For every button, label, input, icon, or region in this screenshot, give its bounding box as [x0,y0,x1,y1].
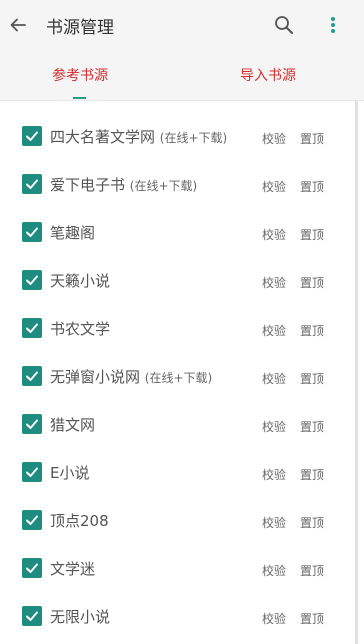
source-row[interactable]: 书农文学 校验 置顶 [0,306,350,354]
pin-top-button[interactable]: 置顶 [300,130,324,147]
search-button[interactable] [270,11,298,39]
back-button[interactable] [4,11,32,39]
verify-button[interactable]: 校验 [262,610,286,627]
source-row[interactable]: E小说 校验 置顶 [0,450,350,498]
check-icon [26,275,38,285]
source-name-wrap: 顶点208 [50,510,109,531]
checkbox[interactable] [22,366,42,386]
source-name: 顶点208 [50,512,109,530]
verify-button[interactable]: 校验 [262,178,286,195]
source-row[interactable]: 爱下电子书 (在线+下载) 校验 置顶 [0,162,350,210]
source-name-wrap: 无限小说 [50,606,110,627]
check-icon [26,227,38,237]
pin-top-button[interactable]: 置顶 [300,562,324,579]
source-row[interactable]: 无弹窗小说网 (在线+下载) 校验 置顶 [0,354,350,402]
source-name-wrap: 爱下电子书 (在线+下载) [50,174,197,195]
checkbox[interactable] [22,558,42,578]
source-name: 四大名著文学网 [50,128,156,146]
source-name-wrap: 猎文网 [50,414,95,435]
more-vertical-icon [331,17,335,33]
verify-button[interactable]: 校验 [262,562,286,579]
source-name: 笔趣阁 [50,224,96,242]
pin-top-button[interactable]: 置顶 [300,178,324,195]
source-name: 天籁小说 [50,272,111,290]
check-icon [26,179,38,189]
source-name: 猎文网 [50,416,96,434]
check-icon [26,131,38,141]
source-name: 无弹窗小说网 [50,368,141,386]
more-options-button[interactable] [320,11,346,39]
source-note: (在线+下载) [159,131,228,145]
source-name: 爱下电子书 [50,176,126,194]
source-name-wrap: E小说 [50,462,89,483]
pin-top-button[interactable]: 置顶 [300,274,324,291]
verify-button[interactable]: 校验 [262,226,286,243]
pin-top-button[interactable]: 置顶 [300,466,324,483]
checkbox[interactable] [22,222,42,242]
check-icon [26,419,38,429]
source-name-wrap: 四大名著文学网 (在线+下载) [50,126,227,147]
active-tab-indicator [73,97,86,99]
pin-top-button[interactable]: 置顶 [300,322,324,339]
check-icon [26,611,38,621]
verify-button[interactable]: 校验 [262,322,286,339]
page-title: 书源管理 [46,18,114,38]
source-row[interactable]: 顶点208 校验 置顶 [0,498,350,546]
checkbox[interactable] [22,462,42,482]
checkbox[interactable] [22,606,42,626]
source-row[interactable]: 天籁小说 校验 置顶 [0,258,350,306]
source-name-wrap: 文学迷 [50,558,95,579]
source-row[interactable]: 四大名著文学网 (在线+下载) 校验 置顶 [0,114,350,162]
tab-reference-sources[interactable]: 参考书源 [0,50,160,100]
scrollbar[interactable] [355,100,358,644]
search-icon [275,16,293,34]
pin-top-button[interactable]: 置顶 [300,370,324,387]
pin-top-button[interactable]: 置顶 [300,514,324,531]
source-note: (在线+下载) [129,179,198,193]
source-row[interactable]: 无限小说 校验 置顶 [0,594,350,642]
check-icon [26,371,38,381]
tab-import-sources[interactable]: 导入书源 [186,50,350,100]
source-name-wrap: 笔趣阁 [50,222,95,243]
check-icon [26,563,38,573]
source-name-wrap: 天籁小说 [50,270,110,291]
pin-top-button[interactable]: 置顶 [300,418,324,435]
check-icon [26,515,38,525]
source-name: E小说 [50,464,90,482]
checkbox[interactable] [22,126,42,146]
source-note: (在线+下载) [144,371,213,385]
source-name-wrap: 无弹窗小说网 (在线+下载) [50,366,212,387]
source-row[interactable]: 文学迷 校验 置顶 [0,546,350,594]
checkbox[interactable] [22,414,42,434]
pin-top-button[interactable]: 置顶 [300,610,324,627]
source-row[interactable]: 猎文网 校验 置顶 [0,402,350,450]
verify-button[interactable]: 校验 [262,274,286,291]
pin-top-button[interactable]: 置顶 [300,226,324,243]
verify-button[interactable]: 校验 [262,466,286,483]
source-row[interactable]: 笔趣阁 校验 置顶 [0,210,350,258]
verify-button[interactable]: 校验 [262,418,286,435]
source-name-wrap: 书农文学 [50,318,110,339]
checkbox[interactable] [22,270,42,290]
tab-bar: 参考书源 导入书源 [0,50,364,101]
check-icon [26,467,38,477]
app-bar: 书源管理 [0,0,364,50]
verify-button[interactable]: 校验 [262,514,286,531]
checkbox[interactable] [22,174,42,194]
source-name: 书农文学 [50,320,111,338]
source-name: 文学迷 [50,560,96,578]
source-name: 无限小说 [50,608,111,626]
arrow-left-icon [10,18,26,32]
verify-button[interactable]: 校验 [262,370,286,387]
checkbox[interactable] [22,510,42,530]
check-icon [26,323,38,333]
checkbox[interactable] [22,318,42,338]
verify-button[interactable]: 校验 [262,130,286,147]
